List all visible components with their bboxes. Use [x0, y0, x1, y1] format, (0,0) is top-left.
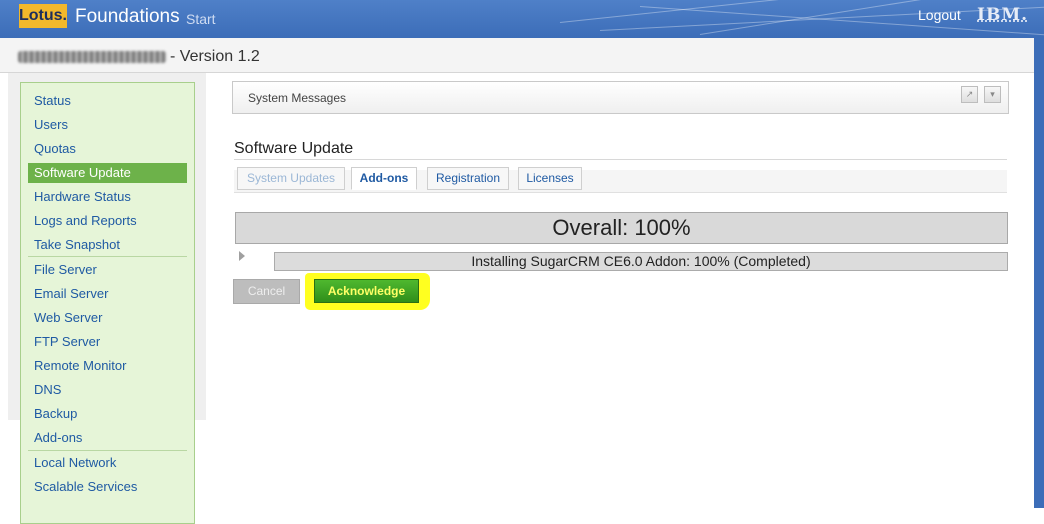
expand-arrow-icon[interactable]	[239, 251, 245, 261]
window-edge	[1034, 38, 1044, 508]
cancel-button[interactable]: Cancel	[233, 279, 300, 304]
system-messages-panel	[232, 81, 1009, 114]
version-label: - Version 1.2	[170, 48, 260, 65]
sidebar-item-users[interactable]: Users	[28, 115, 187, 135]
title-divider	[234, 159, 1007, 160]
sidebar-item-dns[interactable]: DNS	[28, 380, 187, 400]
tab-registration[interactable]: Registration	[427, 167, 509, 190]
sidebar-item-take-snapshot[interactable]: Take Snapshot	[28, 235, 187, 255]
lotus-logo: Lotus.	[19, 4, 67, 28]
sidebar-item-quotas[interactable]: Quotas	[28, 139, 187, 159]
logout-link[interactable]: Logout	[918, 7, 961, 23]
ibm-logo: IBM.	[977, 5, 1029, 25]
sidebar-item-status[interactable]: Status	[28, 91, 187, 111]
tab-system-updates[interactable]: System Updates	[237, 167, 345, 190]
sidebar-item-file-server[interactable]: File Server	[28, 260, 187, 280]
sidebar-item-logs-and-reports[interactable]: Logs and Reports	[28, 211, 187, 231]
sidebar-item-hardware-status[interactable]: Hardware Status	[28, 187, 187, 207]
system-messages-label: System Messages	[248, 91, 347, 105]
page-title: Software Update	[234, 140, 354, 157]
redacted-hostname	[18, 51, 166, 63]
popout-icon[interactable]: ↗	[961, 86, 978, 103]
sidebar-divider	[28, 256, 187, 257]
sidebar-item-backup[interactable]: Backup	[28, 404, 187, 424]
sidebar-item-software-update[interactable]: Software Update	[28, 163, 187, 183]
sidebar-item-ftp-server[interactable]: FTP Server	[28, 332, 187, 352]
sidebar-item-remote-monitor[interactable]: Remote Monitor	[28, 356, 187, 376]
tab-licenses[interactable]: Licenses	[518, 167, 582, 190]
sidebar-item-local-network[interactable]: Local Network	[28, 453, 187, 473]
addon-progress-bar: Installing SugarCRM CE6.0 Addon: 100% (C…	[274, 252, 1008, 271]
product-name: Foundations	[75, 6, 180, 27]
chevron-down-icon[interactable]: ▾	[984, 86, 1001, 103]
sidebar-divider	[28, 450, 187, 451]
sidebar-item-email-server[interactable]: Email Server	[28, 284, 187, 304]
overall-progress-bar: Overall: 100%	[235, 212, 1008, 244]
acknowledge-button[interactable]: Acknowledge	[314, 279, 419, 303]
tab-add-ons[interactable]: Add-ons	[351, 167, 417, 190]
product-edition: Start	[186, 11, 216, 27]
sidebar-item-web-server[interactable]: Web Server	[28, 308, 187, 328]
sidebar-item-scalable-services[interactable]: Scalable Services	[28, 477, 187, 497]
tab-strip	[234, 170, 1007, 193]
sidebar-item-add-ons[interactable]: Add-ons	[28, 428, 187, 448]
